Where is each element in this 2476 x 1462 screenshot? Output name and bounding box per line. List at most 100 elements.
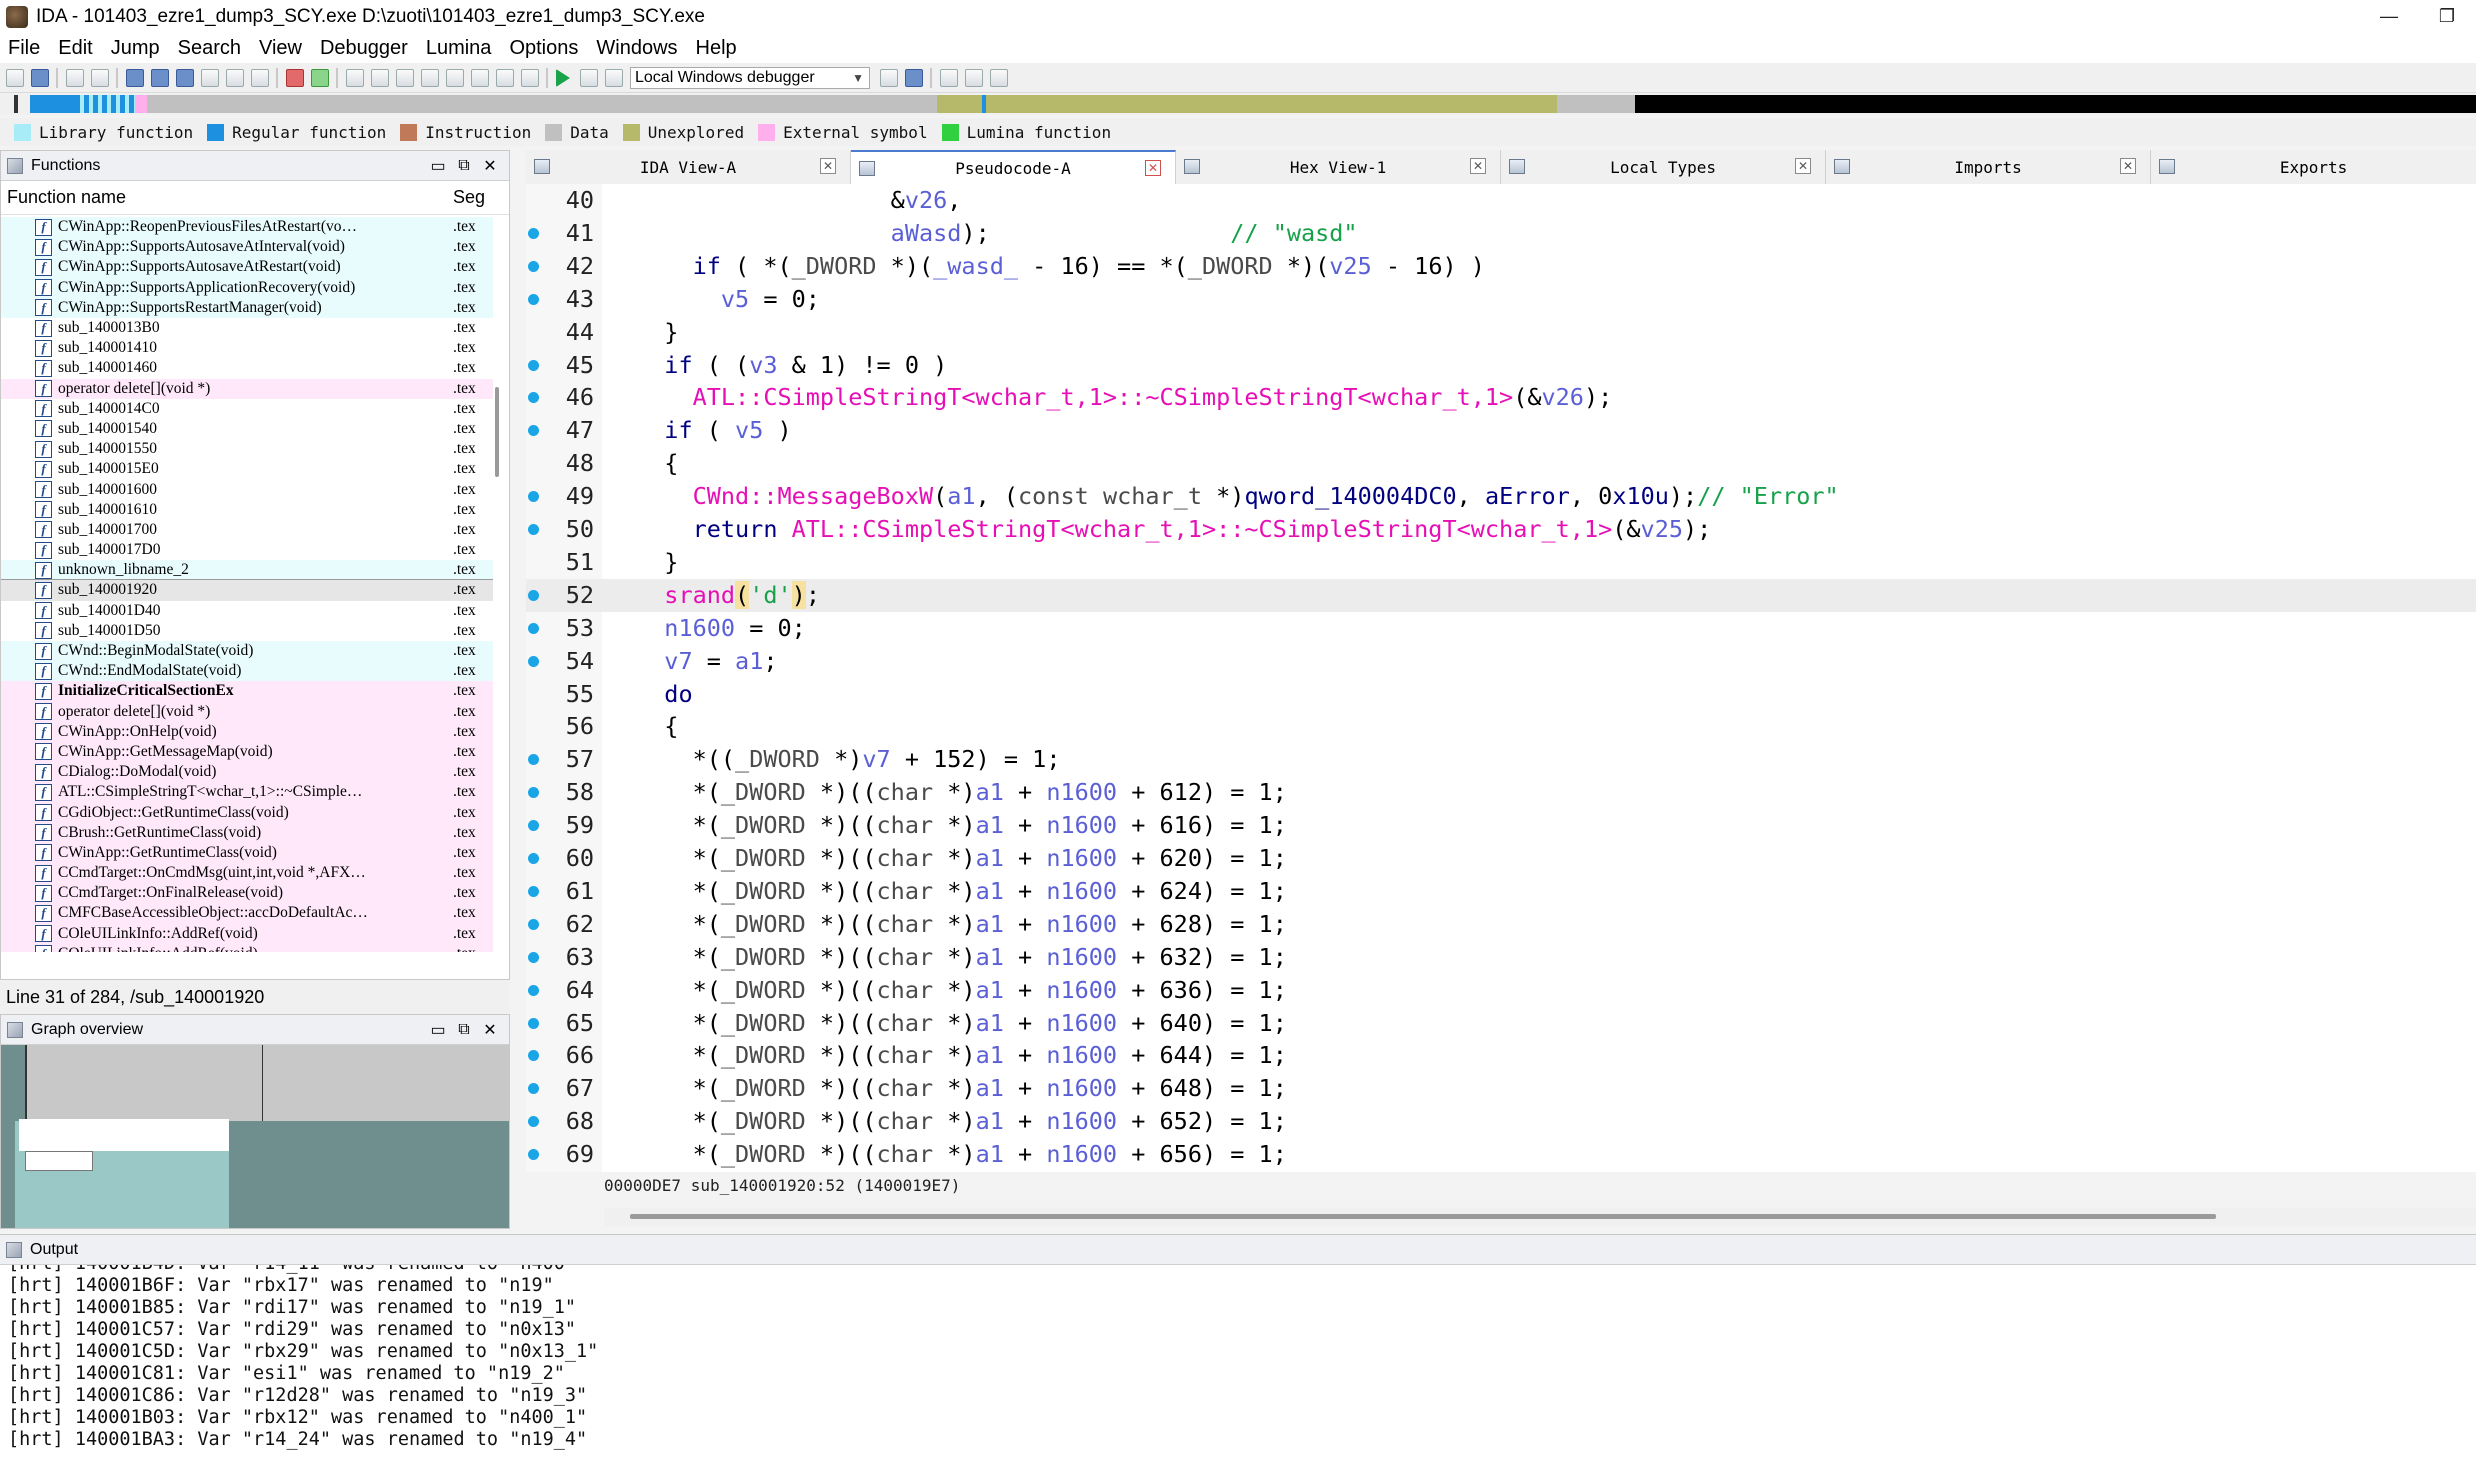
tab-local-types[interactable]: Local Types ✕: [1501, 150, 1827, 184]
function-row[interactable]: f CBrush::GetRuntimeClass(void) .tex: [1, 822, 493, 843]
code-line[interactable]: 48 {: [526, 447, 2476, 480]
code-line[interactable]: 61 *(_DWORD *)((char *)a1 + n1600 + 624)…: [526, 875, 2476, 908]
pseudocode-view[interactable]: 40 &v26, 41 aWasd); // "wasd" 42 if ( *(_D…: [526, 184, 2476, 1172]
code-line[interactable]: 63 *(_DWORD *)((char *)a1 + n1600 + 632)…: [526, 941, 2476, 974]
graph-overview-canvas[interactable]: [1, 1045, 509, 1228]
function-icon[interactable]: [521, 68, 539, 87]
breakpoint-dot-icon[interactable]: [528, 787, 539, 799]
code-line[interactable]: 66 *(_DWORD *)((char *)a1 + n1600 + 644)…: [526, 1039, 2476, 1072]
search-binary-icon[interactable]: [176, 68, 194, 87]
tab-exports[interactable]: Exports: [2151, 150, 2476, 184]
maximize-icon[interactable]: ▭: [427, 156, 449, 176]
menu-view[interactable]: View: [259, 37, 302, 60]
code-icon[interactable]: [346, 68, 364, 87]
function-row[interactable]: f sub_1400017D0 .tex: [1, 540, 493, 561]
text-icon[interactable]: [251, 68, 269, 87]
output-log[interactable]: [hrt] 140001B4D: Var "r14_11" was rename…: [0, 1265, 2476, 1462]
menu-edit[interactable]: Edit: [58, 37, 92, 60]
open-file-icon[interactable]: [6, 68, 24, 87]
code-line[interactable]: 57 *((_DWORD *)v7 + 152) = 1;: [526, 743, 2476, 776]
function-row[interactable]: f sub_140001D50 .tex: [1, 620, 493, 641]
code-line[interactable]: 51 }: [526, 546, 2476, 579]
breakpoint-dot-icon[interactable]: [528, 392, 539, 404]
breakpoint-dot-icon[interactable]: [528, 1149, 539, 1161]
breakpoint-dot-icon[interactable]: [528, 1017, 539, 1029]
menu-help[interactable]: Help: [696, 37, 737, 60]
code-line[interactable]: 42 if ( *(_DWORD *)(_wasd_ - 16) == *(_D…: [526, 250, 2476, 283]
breakpoint-dot-icon[interactable]: [528, 1083, 539, 1095]
code-line[interactable]: 67 *(_DWORD *)((char *)a1 + n1600 + 648)…: [526, 1072, 2476, 1105]
breakpoint-dot-icon[interactable]: [528, 820, 539, 832]
code-line[interactable]: 44 }: [526, 316, 2476, 349]
functions-vertical-scrollbar[interactable]: [495, 387, 499, 477]
breakpoint-dot-icon[interactable]: [528, 1050, 539, 1062]
close-icon[interactable]: ✕: [479, 156, 501, 176]
binoculars-icon[interactable]: [126, 68, 144, 87]
function-row[interactable]: f InitializeCriticalSectionEx .tex: [1, 681, 493, 702]
close-icon[interactable]: ✕: [1795, 158, 1812, 174]
undefine-icon[interactable]: [446, 68, 464, 87]
breakpoint-dot-icon[interactable]: [528, 524, 539, 535]
breakpoint-dot-icon[interactable]: [528, 227, 539, 239]
menu-lumina[interactable]: Lumina: [426, 37, 492, 60]
jump-icon[interactable]: [226, 68, 244, 87]
function-row[interactable]: f sub_140001920 .tex: [1, 579, 493, 602]
function-row[interactable]: f CWinApp::GetRuntimeClass(void) .tex: [1, 842, 493, 863]
close-icon[interactable]: ✕: [479, 1020, 501, 1040]
column-segment[interactable]: Seg: [453, 187, 485, 208]
breakpoint-dot-icon[interactable]: [528, 754, 539, 766]
code-line[interactable]: 46 ATL::CSimpleStringT<wchar_t,1>::~CSim…: [526, 381, 2476, 414]
function-row[interactable]: f COleUILinkInfo::AddRef(void) .tex: [1, 923, 493, 944]
function-row[interactable]: f CWinApp::SupportsRestartManager(void) .t…: [1, 297, 493, 318]
code-horizontal-scrollbar[interactable]: [630, 1214, 2216, 1219]
back-icon[interactable]: [66, 68, 84, 87]
breakpoint-dot-icon[interactable]: [528, 589, 539, 601]
attach-icon[interactable]: [905, 68, 923, 87]
function-row[interactable]: f sub_1400013B0 .tex: [1, 317, 493, 339]
breakpoint-dot-icon[interactable]: [528, 918, 539, 930]
step-into-icon[interactable]: [965, 68, 983, 87]
function-row[interactable]: f unknown_libname_2 .tex: [1, 560, 493, 581]
code-line[interactable]: 52 srand('d');: [526, 578, 2476, 612]
code-line[interactable]: 40 &v26,: [526, 184, 2476, 217]
menu-jump[interactable]: Jump: [111, 37, 160, 60]
function-row[interactable]: f CWinApp::GetMessageMap(void) .tex: [1, 741, 493, 763]
navigation-band[interactable]: [0, 93, 2476, 115]
data-icon[interactable]: [371, 68, 389, 87]
function-row[interactable]: f sub_140001700 .tex: [1, 519, 493, 540]
restore-button[interactable]: ❐: [2418, 0, 2476, 33]
menu-search[interactable]: Search: [178, 37, 241, 60]
code-line[interactable]: 53 n1600 = 0;: [526, 612, 2476, 645]
function-row[interactable]: f sub_140001600 .tex: [1, 479, 493, 500]
function-row[interactable]: f CWinApp::SupportsAutosaveAtRestart(void…: [1, 257, 493, 278]
function-row[interactable]: f sub_140001610 .tex: [1, 499, 493, 520]
breakpoint-dot-icon[interactable]: [528, 622, 539, 634]
menu-file[interactable]: File: [8, 37, 40, 60]
breakpoint-dot-icon[interactable]: [528, 885, 539, 897]
column-function-name[interactable]: Function name: [7, 187, 126, 208]
function-row[interactable]: f sub_140001460 .tex: [1, 358, 493, 379]
code-line[interactable]: 49 CWnd::MessageBoxW(a1, (const wchar_t …: [526, 480, 2476, 513]
breakpoint-dot-icon[interactable]: [528, 359, 539, 371]
lumina-icon[interactable]: [311, 68, 329, 87]
code-line[interactable]: 68 *(_DWORD *)((char *)a1 + n1600 + 652)…: [526, 1105, 2476, 1138]
code-line[interactable]: 62 *(_DWORD *)((char *)a1 + n1600 + 628)…: [526, 908, 2476, 941]
debugger-select[interactable]: Local Windows debugger ▼: [630, 66, 870, 89]
struct-icon[interactable]: [396, 68, 414, 87]
function-row[interactable]: f CWinApp::OnHelp(void) .tex: [1, 721, 493, 742]
breakpoint-dot-icon[interactable]: [528, 425, 539, 437]
function-row[interactable]: f CDialog::DoModal(void) .tex: [1, 762, 493, 783]
code-line[interactable]: 56 {: [526, 710, 2476, 743]
close-icon[interactable]: ✕: [1470, 158, 1487, 174]
function-row[interactable]: f sub_1400015E0 .tex: [1, 459, 493, 480]
code-line[interactable]: 58 *(_DWORD *)((char *)a1 + n1600 + 612)…: [526, 776, 2476, 809]
code-line[interactable]: 45 if ( (v3 & 1) != 0 ): [526, 349, 2476, 382]
code-line[interactable]: 43 v5 = 0;: [526, 283, 2476, 316]
float-icon[interactable]: ⧉: [453, 156, 475, 176]
function-row[interactable]: f CGdiObject::GetRuntimeClass(void) .tex: [1, 802, 493, 823]
maximize-icon[interactable]: ▭: [427, 1020, 449, 1040]
function-row[interactable]: f CWinApp::SupportsAutosaveAtInterval(voi…: [1, 237, 493, 258]
code-line[interactable]: 60 *(_DWORD *)((char *)a1 + n1600 + 620)…: [526, 842, 2476, 875]
close-icon[interactable]: ✕: [820, 158, 837, 174]
function-row[interactable]: f sub_1400014C0 .tex: [1, 398, 493, 419]
